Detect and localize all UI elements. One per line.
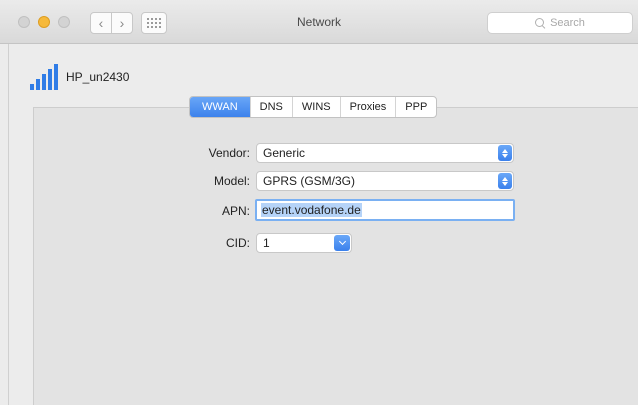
tab-wwan[interactable]: WWAN (190, 97, 250, 117)
chevron-down-icon (334, 235, 350, 251)
model-select[interactable]: GPRS (GSM/3G) (256, 171, 514, 191)
cid-select[interactable]: 1 (256, 233, 352, 253)
sidebar-divider (8, 44, 9, 405)
tab-wins[interactable]: WINS (291, 97, 340, 117)
tab-ppp[interactable]: PPP (395, 97, 436, 117)
search-icon (535, 17, 546, 29)
tab-dns[interactable]: DNS (249, 97, 292, 117)
model-value: GPRS (GSM/3G) (263, 174, 356, 188)
updown-arrows-icon (498, 173, 512, 189)
signal-strength-icon (30, 64, 60, 90)
vendor-select[interactable]: Generic (256, 143, 514, 163)
vendor-value: Generic (263, 146, 306, 160)
updown-arrows-icon (498, 145, 512, 161)
device-name: HP_un2430 (66, 70, 130, 84)
tab-bar: WWAN DNS WINS Proxies PPP (189, 96, 438, 118)
vendor-label: Vendor: (208, 146, 250, 160)
search-field[interactable]: Search (487, 12, 633, 34)
apn-value: event.vodafone.de (261, 203, 362, 217)
title-bar: ‹ › Network Search (0, 0, 638, 44)
tab-proxies[interactable]: Proxies (339, 97, 396, 117)
search-placeholder: Search (550, 17, 585, 29)
cid-label: CID: (226, 236, 250, 250)
apn-label: APN: (221, 204, 250, 218)
apn-field[interactable]: event.vodafone.de (255, 199, 515, 221)
model-label: Model: (213, 174, 250, 188)
cid-value: 1 (263, 236, 270, 250)
